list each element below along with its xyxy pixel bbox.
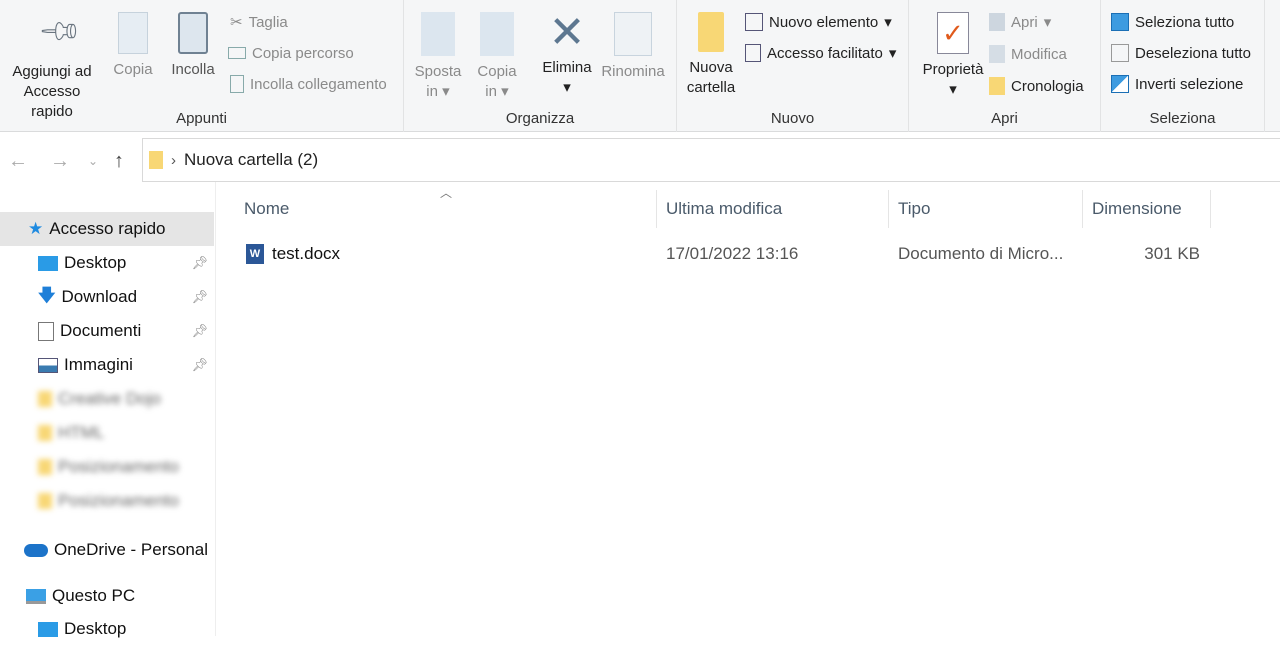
open-icon [989, 13, 1005, 31]
edit-icon [989, 45, 1005, 63]
folder-icon [38, 493, 52, 509]
sidebar-item-onedrive[interactable]: OneDrive - Personal [0, 533, 214, 567]
copy-button[interactable]: Copia [108, 12, 158, 80]
clipboard-icon [178, 12, 208, 54]
cut-button[interactable]: ✂ Taglia [230, 10, 288, 34]
rename-button[interactable]: Rinomina [598, 12, 668, 82]
copy-path-icon [228, 47, 246, 59]
group-seleziona: Seleziona tutto Deseleziona tutto Invert… [1101, 0, 1265, 132]
folder-icon [38, 459, 52, 475]
navigation-bar: ← → ⌄ ↑ › Nuova cartella (2) [0, 138, 1280, 182]
history-button[interactable]: Cronologia [989, 74, 1084, 98]
sidebar-item-quick-access[interactable]: ★ Accesso rapido [0, 212, 214, 246]
file-modified-cell: 17/01/2022 13:16 [666, 244, 799, 263]
column-header-name[interactable]: Nome [235, 190, 657, 228]
sidebar-item-folder[interactable]: HTML [0, 416, 214, 450]
pictures-icon [38, 357, 58, 373]
column-header-type[interactable]: Tipo [889, 190, 1083, 228]
group-organizza: Sposta in ▾ Copia in ▾ ✕ Elimina ▾ Rinomina… [404, 0, 677, 132]
new-folder-button[interactable]: Nuova cartella [683, 12, 739, 98]
pin-icon[interactable]: 📌︎ [191, 255, 208, 271]
easy-access-icon [745, 44, 761, 62]
history-icon [989, 77, 1005, 95]
file-type-cell: Documento di Micro... [898, 244, 1064, 263]
file-name-cell[interactable]: Wtest.docx [246, 241, 340, 267]
sidebar-item-immagini[interactable]: Immagini 📌︎ [0, 348, 214, 382]
chevron-right-icon: › [171, 151, 176, 169]
pin-quick-access-button[interactable]: 📌︎ Aggiungi ad Accesso rapido [2, 8, 102, 122]
move-to-icon [421, 12, 455, 56]
edit-button[interactable]: Modifica [989, 42, 1067, 66]
folder-icon [149, 151, 163, 169]
sidebar-item-download[interactable]: 🡇 Download 📌︎ [0, 280, 214, 314]
delete-button[interactable]: ✕ Elimina ▾ [538, 8, 596, 98]
sidebar-item-folder[interactable]: Posizionamento [0, 450, 214, 484]
sidebar-item-pc-desktop[interactable]: Desktop [0, 612, 214, 646]
move-to-button[interactable]: Sposta in ▾ [412, 12, 464, 102]
scissors-icon: ✂ [230, 14, 243, 31]
ribbon: 📌︎ Aggiungi ad Accesso rapido Copia Incol… [0, 0, 1280, 132]
pin-icon[interactable]: 📌︎ [191, 289, 208, 305]
up-arrow-icon[interactable]: ↑ [114, 150, 124, 173]
copy-path-button[interactable]: Copia percorso [228, 41, 354, 65]
copy-to-icon [480, 12, 514, 56]
copy-icon [118, 12, 148, 54]
forward-arrow-icon[interactable]: → [50, 150, 70, 173]
select-none-icon [1111, 44, 1129, 62]
folder-icon [698, 12, 724, 52]
rename-icon [614, 12, 652, 56]
properties-button[interactable]: ✓ Proprietà ▾ [915, 12, 991, 100]
back-arrow-icon[interactable]: ← [8, 150, 28, 173]
group-nuovo: Nuova cartella Nuovo elemento ▾ Accesso fa… [677, 0, 909, 132]
open-button[interactable]: Apri ▾ [989, 10, 1051, 34]
sidebar-item-documenti[interactable]: Documenti 📌︎ [0, 314, 214, 348]
folder-icon [38, 425, 52, 441]
properties-check-icon: ✓ [937, 12, 969, 54]
paste-link-button[interactable]: Incolla collegamento [230, 72, 387, 96]
cloud-icon [24, 543, 48, 557]
star-icon: ★ [28, 219, 44, 238]
paste-shortcut-icon [230, 75, 244, 93]
computer-icon [26, 588, 46, 604]
group-apri: ✓ Proprietà ▾ Apri ▾ Modifica Cronologia A… [909, 0, 1101, 132]
breadcrumb[interactable]: Nuova cartella (2) [184, 150, 318, 170]
pin-icon[interactable]: 📌︎ [191, 357, 208, 373]
sidebar-item-desktop[interactable]: Desktop 📌︎ [0, 246, 214, 280]
invert-selection-icon [1111, 75, 1129, 93]
document-icon [38, 321, 54, 341]
pin-icon[interactable]: 📌︎ [191, 323, 208, 339]
column-header-size[interactable]: Dimensione [1083, 190, 1211, 228]
sidebar-item-this-pc[interactable]: Questo PC [0, 579, 214, 613]
folder-icon [38, 391, 52, 407]
easy-access-button[interactable]: Accesso facilitato ▾ [745, 41, 896, 65]
sidebar-item-folder[interactable]: Creative Dojo [0, 382, 214, 416]
delete-x-icon: ✕ [548, 8, 586, 57]
desktop-icon [38, 255, 58, 271]
sidebar-item-folder[interactable]: Posizionamento [0, 484, 214, 518]
download-arrow-icon: 🡇 [38, 285, 56, 305]
desktop-icon [38, 621, 58, 637]
address-bar[interactable]: › Nuova cartella (2) [142, 138, 1280, 182]
copy-to-button[interactable]: Copia in ▾ [472, 12, 522, 102]
invert-selection-button[interactable]: Inverti selezione [1111, 72, 1243, 96]
new-item-icon [745, 13, 763, 31]
select-all-button[interactable]: Seleziona tutto [1111, 10, 1234, 34]
recent-chevron-icon[interactable]: ⌄ [88, 154, 98, 168]
file-size-cell: 301 KB [1144, 244, 1200, 263]
select-all-icon [1111, 13, 1129, 31]
word-document-icon: W [246, 244, 264, 264]
paste-button[interactable]: Incolla [166, 12, 220, 80]
navigation-pane: ★ Accesso rapido Desktop 📌︎ 🡇 Download 📌︎ Do… [0, 182, 216, 638]
group-appunti: 📌︎ Aggiungi ad Accesso rapido Copia Incol… [0, 0, 404, 132]
new-item-button[interactable]: Nuovo elemento ▾ [745, 10, 892, 34]
select-none-button[interactable]: Deseleziona tutto [1111, 41, 1251, 65]
column-header-modified[interactable]: Ultima modifica [657, 190, 889, 228]
